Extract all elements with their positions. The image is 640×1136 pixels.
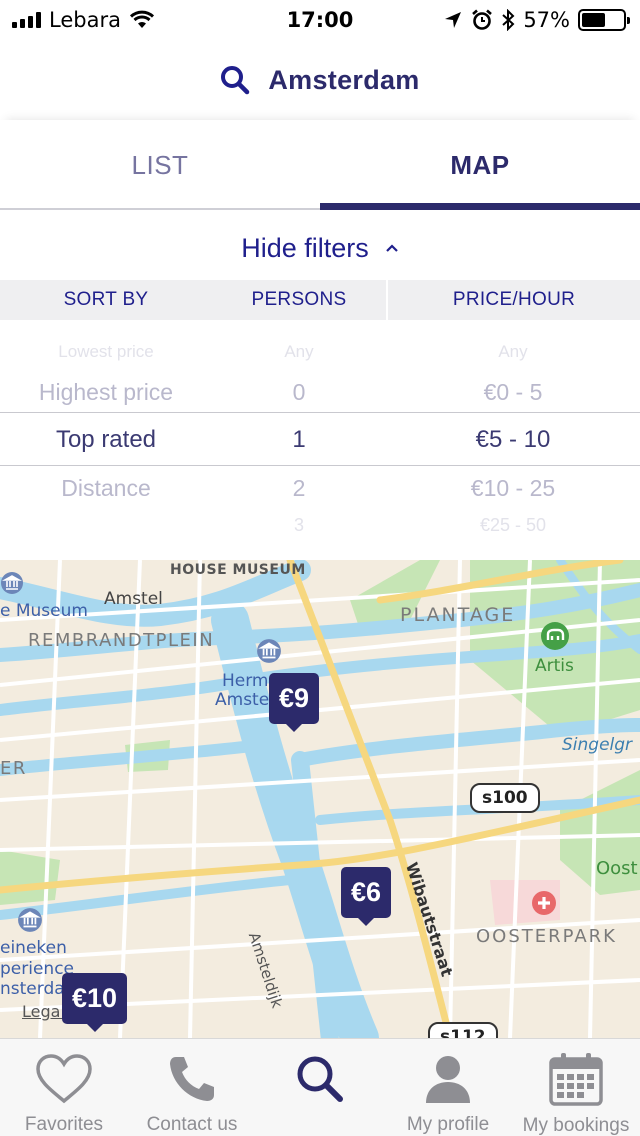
price-picker[interactable]: Any €0 - 5 €5 - 10 €10 - 25 €25 - 50 — [386, 320, 640, 560]
tab-bar-contact[interactable]: Contact us — [128, 1039, 256, 1136]
tab-list[interactable]: LIST — [0, 120, 320, 210]
sort-by-picker[interactable]: Lowest price Highest price Top rated Dis… — [0, 320, 212, 560]
sort-option[interactable]: Lowest price — [0, 342, 212, 362]
tab-bar-bookings[interactable]: My bookings — [512, 1039, 640, 1136]
filter-picker[interactable]: Lowest price Highest price Top rated Dis… — [0, 320, 640, 560]
map-label-er: ER — [0, 758, 27, 779]
search-icon[interactable] — [220, 65, 250, 95]
calendar-icon[interactable] — [548, 1051, 604, 1107]
map-label-oosterpark: OOSTERPARK — [476, 926, 617, 947]
status-bar: Lebara 17:00 57% — [0, 0, 640, 40]
view-tabs: LIST MAP — [0, 120, 640, 210]
filter-headers: SORT BY PERSONS PRICE/HOUR — [0, 280, 640, 320]
persons-option[interactable]: 2 — [212, 475, 386, 502]
map-label-e-museum: e Museum — [0, 601, 88, 621]
price-option[interactable]: €0 - 5 — [386, 379, 640, 406]
tab-bar-profile[interactable]: My profile — [384, 1039, 512, 1136]
search-header[interactable]: Amsterdam — [0, 50, 640, 110]
road-shield-s112: s112 — [428, 1022, 498, 1038]
map-label-herm: Herm — [222, 671, 269, 691]
map-view[interactable]: HOUSE MUSEUM Amstel e Museum REMBRANDTPL… — [0, 560, 640, 1038]
heart-icon[interactable] — [34, 1053, 94, 1105]
chevron-up-icon[interactable] — [385, 243, 399, 253]
sort-option-selected[interactable]: Top rated — [0, 426, 212, 454]
map-label-amstel: Amstel — [104, 589, 163, 609]
tab-bar-favorites[interactable]: Favorites — [0, 1039, 128, 1136]
map-label-rembrandtplein: REMBRANDTPLEIN — [28, 630, 215, 651]
sort-option[interactable]: Highest price — [0, 379, 212, 406]
map-legal-link[interactable]: Legal — [22, 1002, 65, 1021]
bluetooth-icon — [502, 9, 515, 31]
tab-bar-search[interactable] — [256, 1039, 384, 1136]
phone-icon[interactable] — [166, 1053, 218, 1105]
museum-poi-icon — [1, 572, 23, 594]
location-arrow-icon — [445, 12, 462, 28]
tab-map[interactable]: MAP — [320, 120, 640, 210]
persons-header: PERSONS — [251, 289, 347, 310]
price-pin[interactable]: €10 — [62, 973, 128, 1032]
battery-icon — [578, 9, 630, 31]
price-option-selected[interactable]: €5 - 10 — [386, 426, 640, 454]
price-option[interactable]: €10 - 25 — [386, 475, 640, 502]
alarm-icon — [472, 9, 493, 30]
map-label-singelgracht: Singelgr — [562, 735, 633, 755]
map-label-heineken-3: nsterda — [0, 979, 65, 999]
map-label-oost: Oost — [596, 858, 638, 879]
tab-bar-profile-label[interactable]: My profile — [407, 1114, 489, 1136]
map-label-heineken-1: eineken — [0, 938, 67, 958]
price-pin[interactable]: €6 — [341, 867, 392, 926]
profile-icon[interactable] — [422, 1053, 474, 1105]
battery-percent: 57% — [523, 8, 570, 32]
persons-option[interactable]: 0 — [212, 379, 386, 406]
hide-filters-label[interactable]: Hide filters — [241, 233, 369, 264]
map-label-house-museum: HOUSE MUSEUM — [170, 562, 306, 578]
bottom-tab-bar: Favorites Contact us My profile My booki… — [0, 1038, 640, 1136]
tab-bar-bookings-label[interactable]: My bookings — [523, 1115, 630, 1136]
tab-bar-favorites-label[interactable]: Favorites — [25, 1114, 103, 1136]
museum-poi-icon — [257, 639, 281, 663]
hospital-poi-icon — [532, 891, 556, 915]
sort-by-header: SORT BY — [63, 289, 149, 310]
price-option[interactable]: €25 - 50 — [386, 515, 640, 536]
price-option[interactable]: Any — [386, 342, 640, 362]
map-label-artis: Artis — [535, 656, 574, 676]
map-label-amste: Amste — [215, 690, 270, 710]
persons-option-selected[interactable]: 1 — [212, 426, 386, 454]
tab-bar-contact-label[interactable]: Contact us — [147, 1114, 238, 1136]
zoo-poi-icon — [541, 622, 569, 650]
road-shield-s100: s100 — [470, 783, 540, 813]
sort-option[interactable]: Distance — [0, 475, 212, 502]
hide-filters-toggle[interactable]: Hide filters — [0, 218, 640, 278]
persons-option[interactable]: Any — [212, 342, 386, 362]
price-pin[interactable]: €9 — [269, 673, 320, 732]
status-right: 57% — [443, 8, 630, 32]
map-label-plantage: PLANTAGE — [400, 604, 516, 626]
search-icon[interactable] — [294, 1053, 346, 1105]
price-hour-header: PRICE/HOUR — [386, 280, 640, 320]
museum-poi-icon — [18, 908, 42, 932]
persons-picker[interactable]: Any 0 1 2 3 — [212, 320, 386, 560]
search-city-label[interactable]: Amsterdam — [268, 65, 419, 96]
persons-option[interactable]: 3 — [212, 515, 386, 536]
